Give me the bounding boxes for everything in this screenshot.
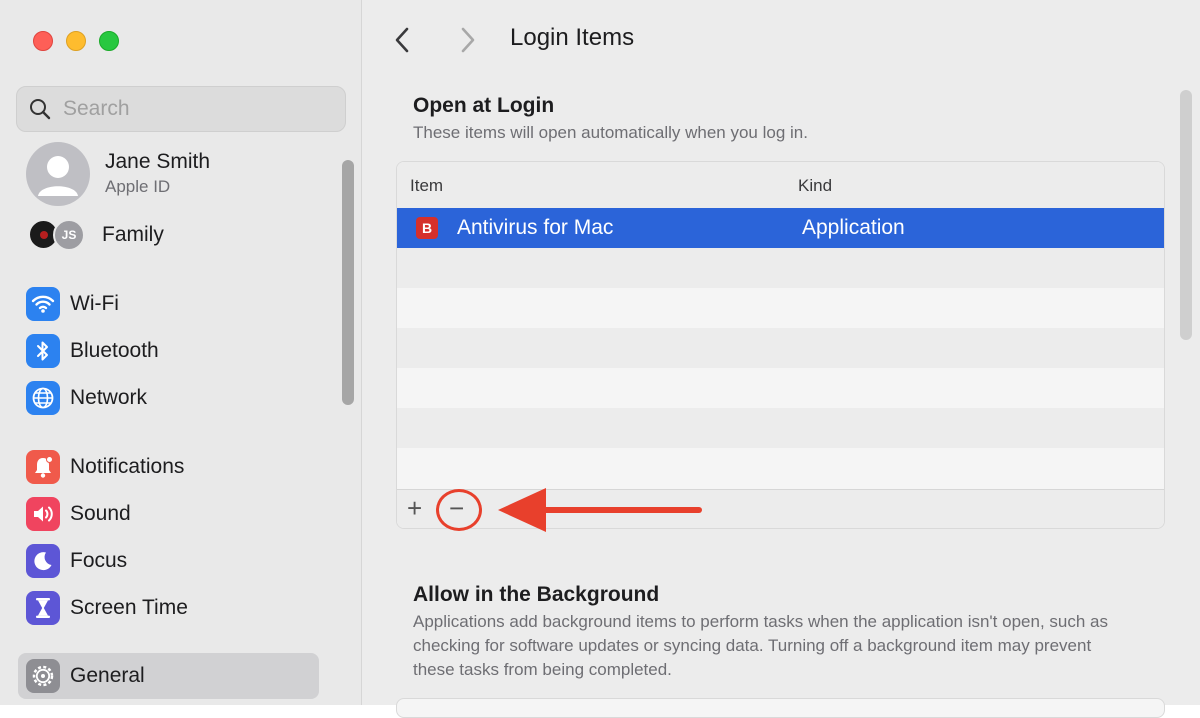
apple-id-profile[interactable]: Jane Smith Apple ID <box>26 142 210 206</box>
sidebar-item-label: Notifications <box>70 455 185 478</box>
column-header-kind[interactable]: Kind <box>798 176 832 196</box>
sidebar-item-label: Screen Time <box>70 596 188 619</box>
sidebar-item-label: Network <box>70 386 148 409</box>
system-settings-window: Jane Smith Apple ID JS Family Wi- <box>0 0 1200 718</box>
sidebar-item-label: Wi-Fi <box>70 292 119 315</box>
zoom-button[interactable] <box>99 31 119 51</box>
table-row-empty <box>397 448 1164 488</box>
sidebar-item-network[interactable]: Network <box>26 379 147 417</box>
table-row-empty <box>397 288 1164 328</box>
wifi-icon <box>26 287 60 321</box>
search-icon <box>30 99 51 120</box>
sidebar-item-notifications[interactable]: Notifications <box>26 448 184 486</box>
globe-icon <box>26 381 60 415</box>
sidebar-scrollbar[interactable] <box>342 160 354 405</box>
antivirus-app-icon: B <box>416 217 438 239</box>
open-at-login-title: Open at Login <box>413 94 555 117</box>
table-row-empty <box>397 368 1164 408</box>
gear-icon <box>26 659 60 693</box>
speaker-icon <box>26 497 60 531</box>
search-field[interactable] <box>16 86 346 132</box>
table-row[interactable]: B Antivirus for Mac Application <box>397 208 1164 248</box>
sidebar: Jane Smith Apple ID JS Family Wi- <box>0 0 362 705</box>
annotation-ring <box>436 489 482 531</box>
add-item-button[interactable]: + <box>407 494 422 522</box>
background-items-list <box>396 698 1165 718</box>
person-icon <box>38 156 78 196</box>
open-at-login-description: These items will open automatically when… <box>413 123 808 142</box>
moon-icon <box>26 544 60 578</box>
table-header: Item Kind <box>397 162 1164 208</box>
sidebar-item-sound[interactable]: Sound <box>26 495 131 533</box>
sidebar-item-general[interactable]: General <box>26 657 145 695</box>
search-input[interactable] <box>61 96 325 122</box>
sidebar-item-screen-time[interactable]: Screen Time <box>26 589 188 627</box>
item-name: Antivirus for Mac <box>457 216 614 239</box>
bell-icon <box>26 450 60 484</box>
window-controls <box>33 31 119 51</box>
sidebar-item-family[interactable]: JS Family <box>28 218 164 252</box>
sidebar-item-label: General <box>70 664 145 687</box>
chevron-left-icon <box>395 27 409 53</box>
sidebar-item-label: Sound <box>70 502 131 525</box>
sidebar-item-label: Bluetooth <box>70 339 159 362</box>
forward-button[interactable] <box>458 24 478 61</box>
close-button[interactable] <box>33 31 53 51</box>
main-content: Login Items Open at Login These items wi… <box>362 0 1200 718</box>
profile-name: Jane Smith <box>105 150 211 173</box>
page-title: Login Items <box>510 24 635 51</box>
sidebar-item-focus[interactable]: Focus <box>26 542 127 580</box>
table-row-empty <box>397 328 1164 368</box>
minimize-button[interactable] <box>66 31 86 51</box>
avatar <box>26 142 90 206</box>
annotation-arrow-icon <box>498 488 702 532</box>
chevron-right-icon <box>461 27 475 53</box>
allow-in-background-description: Applications add background items to per… <box>413 612 1108 679</box>
main-scrollbar[interactable] <box>1180 90 1192 340</box>
allow-in-background-title: Allow in the Background <box>413 583 660 606</box>
sidebar-item-bluetooth[interactable]: Bluetooth <box>26 332 159 370</box>
profile-subtitle: Apple ID <box>105 177 171 196</box>
item-kind: Application <box>802 216 905 239</box>
login-items-table: Item Kind B Antivirus for Mac Applicatio… <box>396 161 1165 529</box>
family-avatars: JS <box>28 218 90 252</box>
table-row-empty <box>397 248 1164 288</box>
bluetooth-icon <box>26 334 60 368</box>
table-row-empty <box>397 408 1164 448</box>
hourglass-icon <box>26 591 60 625</box>
column-header-item[interactable]: Item <box>410 176 443 196</box>
back-button[interactable] <box>392 24 412 61</box>
sidebar-item-label: Focus <box>70 549 128 572</box>
sidebar-item-wifi[interactable]: Wi-Fi <box>26 285 119 323</box>
sidebar-item-label: Family <box>102 223 164 246</box>
family-member-initials: JS <box>53 219 85 251</box>
